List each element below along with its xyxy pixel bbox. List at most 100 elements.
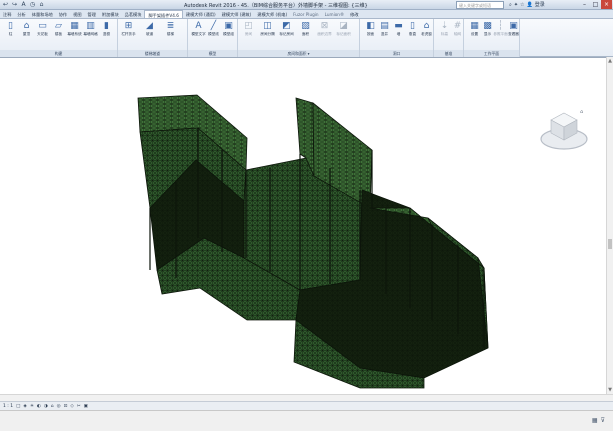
- title-tools: ⌕ ✦ ☆ 👤 登录: [509, 1, 545, 9]
- tool-room-separator-button[interactable]: ◫ 房间分隔: [260, 21, 275, 36]
- tab-14[interactable]: 修改: [347, 10, 361, 18]
- view-scale[interactable]: 1 : 1: [3, 404, 13, 409]
- model-text-icon: A: [195, 21, 202, 31]
- tab-2[interactable]: 体量和场地: [29, 10, 56, 18]
- close-button[interactable]: ×: [601, 0, 612, 9]
- tool-curtain-system-button[interactable]: ▦ 幕墙系统: [67, 21, 82, 36]
- tool-ramp-button[interactable]: ◢ 坡道: [142, 21, 157, 36]
- tool-label: 模型组: [223, 32, 234, 36]
- tab-13[interactable]: Lumion®: [322, 10, 348, 18]
- ribbon-panel-title[interactable]: 基准: [434, 50, 463, 57]
- tool-railing-button[interactable]: ⊞ 栏杆扶手: [121, 21, 136, 36]
- 3d-view-canvas[interactable]: ⌂: [0, 57, 613, 394]
- tool-shaft-button[interactable]: ▤ 竖井: [377, 21, 392, 36]
- tool-wall-opening-button[interactable]: ▬ 墙: [391, 21, 406, 36]
- undo-icon[interactable]: ↩: [2, 1, 9, 8]
- tool-by-face-button[interactable]: ◧ 按面: [363, 21, 378, 36]
- tool-floor-button[interactable]: ▱ 楼板: [51, 21, 66, 36]
- viewcube[interactable]: ⌂: [539, 107, 589, 153]
- tab-1[interactable]: 分析: [14, 10, 28, 18]
- tab-8[interactable]: 脚手架插件V4.6: [144, 10, 183, 18]
- tool-label: 墙: [396, 32, 401, 36]
- maximize-button[interactable]: □: [590, 0, 601, 9]
- tool-mullion-button[interactable]: ▮ 竖梃: [99, 21, 114, 36]
- tool-label: 按面: [366, 32, 375, 36]
- tool-room-button[interactable]: ◰ 房间: [241, 21, 256, 36]
- ribbon-panel-6: ▦ 设置 ▩ 显示 ┆ 参照平面 ▣ 查看器 工作平面: [464, 19, 520, 57]
- tab-11[interactable]: 建模大师 (机电): [254, 10, 290, 18]
- tool-area-button[interactable]: ▧ 面积: [298, 21, 313, 36]
- tab-3[interactable]: 协作: [56, 10, 70, 18]
- tool-vertical-button[interactable]: ▯ 垂直: [405, 21, 420, 36]
- view-control-icon-8[interactable]: ◇: [70, 404, 73, 409]
- tool-label: 轴网: [453, 32, 462, 36]
- view-control-icon-5[interactable]: ⌂: [51, 404, 54, 409]
- tool-tag-area-button[interactable]: ◪ 标记面积: [336, 21, 351, 36]
- infocenter-icon[interactable]: ✦: [514, 2, 518, 8]
- ribbon-panel-title[interactable]: 洞口: [360, 50, 433, 57]
- tool-roof-button[interactable]: ⌂ 屋顶: [19, 21, 34, 36]
- scaffold-model[interactable]: [0, 58, 606, 394]
- tool-tag-room-button[interactable]: ◩ 标记房间: [279, 21, 294, 36]
- ribbon-panel-0: ▯ 柱 ⌂ 屋顶 ▭ 天花板 ▱ 楼板 ▦ 幕墙系统 ▥ 幕墙网格 ▮ 竖梃构建: [0, 19, 118, 57]
- ribbon-panel-title[interactable]: 房间和面积 ▾: [238, 50, 359, 57]
- horizontal-scrollbar[interactable]: [0, 394, 613, 401]
- search-input[interactable]: 键入关键字或短语: [456, 1, 504, 9]
- tool-area-boundary-button[interactable]: ⊠ 面积边界: [317, 21, 332, 36]
- view-control-icon-2[interactable]: ☀: [30, 404, 34, 409]
- tool-label: 竖梃: [102, 32, 111, 36]
- ribbon-panel-title[interactable]: 模型: [188, 50, 237, 57]
- minimize-button[interactable]: –: [579, 0, 590, 9]
- login-link[interactable]: 登录: [535, 1, 545, 8]
- view-control-icon-0[interactable]: □: [16, 404, 20, 409]
- view-control-icon-3[interactable]: ◐: [37, 404, 41, 409]
- home-icon[interactable]: ⌂: [38, 1, 45, 8]
- worksets-icon[interactable]: ▦: [592, 417, 598, 424]
- scroll-down-icon[interactable]: ▼: [607, 387, 613, 393]
- ribbon-panel-title[interactable]: 构建: [0, 50, 117, 57]
- view-control-icon-10[interactable]: ▣: [84, 404, 88, 409]
- level-icon: ⇣: [440, 21, 449, 31]
- area-icon: ▧: [301, 21, 310, 31]
- tool-curtain-grid-button[interactable]: ▥ 幕墙网格: [83, 21, 98, 36]
- tab-10[interactable]: 建模大师 (建筑): [219, 10, 255, 18]
- scroll-up-icon[interactable]: ▲: [607, 58, 613, 64]
- view-control-icon-4[interactable]: ◑: [44, 404, 48, 409]
- tab-0[interactable]: 注释: [0, 10, 14, 18]
- window-controls: – □ ×: [579, 0, 612, 9]
- floor-icon: ▱: [55, 21, 62, 31]
- tab-4[interactable]: 视图: [70, 10, 84, 18]
- tool-grid-button[interactable]: # 轴网: [450, 21, 465, 36]
- user-icon[interactable]: 👤: [527, 2, 533, 8]
- view-control-icon-6[interactable]: ◎: [57, 404, 61, 409]
- tool-model-text-button[interactable]: A 模型文字: [191, 21, 206, 36]
- ribbon-panel-title[interactable]: 楼梯坡道: [118, 50, 187, 57]
- text-icon[interactable]: A: [20, 1, 27, 8]
- ramp-icon: ◢: [146, 21, 153, 31]
- tool-model-group-button[interactable]: ▣ 模型组: [221, 21, 236, 36]
- tab-6[interactable]: 附加模块: [99, 10, 122, 18]
- tool-viewer-button[interactable]: ▣ 查看器: [506, 21, 521, 36]
- tab-12[interactable]: Fuzor Plugin: [290, 10, 321, 18]
- tool-column-button[interactable]: ▯ 柱: [3, 21, 18, 36]
- tool-dormer-button[interactable]: ⌂ 老虎窗: [419, 21, 434, 36]
- tab-9[interactable]: 建模大师 (通用): [183, 10, 219, 18]
- redo-icon[interactable]: ↪: [11, 1, 18, 8]
- tab-5[interactable]: 管理: [85, 10, 99, 18]
- view-control-icon-9[interactable]: ✂: [77, 404, 81, 409]
- view-control-icon-7[interactable]: ⊡: [64, 404, 68, 409]
- tool-model-line-button[interactable]: ╱ 模型线: [206, 21, 221, 36]
- filter-icon[interactable]: ⊽: [601, 417, 605, 424]
- star-icon[interactable]: ☆: [520, 2, 524, 8]
- room-separator-icon: ◫: [263, 21, 272, 31]
- ribbon-panel-title[interactable]: 工作平面: [464, 50, 519, 57]
- search-icon[interactable]: ⌕: [509, 2, 512, 8]
- measure-icon[interactable]: ◷: [29, 1, 36, 8]
- scroll-thumb[interactable]: [608, 239, 612, 249]
- ceiling-icon: ▭: [38, 21, 47, 31]
- tool-stair-button[interactable]: ≣ 楼梯: [163, 21, 178, 36]
- tool-ceiling-button[interactable]: ▭ 天花板: [35, 21, 50, 36]
- tab-7[interactable]: 品茗模块: [122, 10, 145, 18]
- view-control-icon-1[interactable]: ◈: [23, 404, 26, 409]
- vertical-scrollbar[interactable]: ▲ ▼: [606, 57, 613, 394]
